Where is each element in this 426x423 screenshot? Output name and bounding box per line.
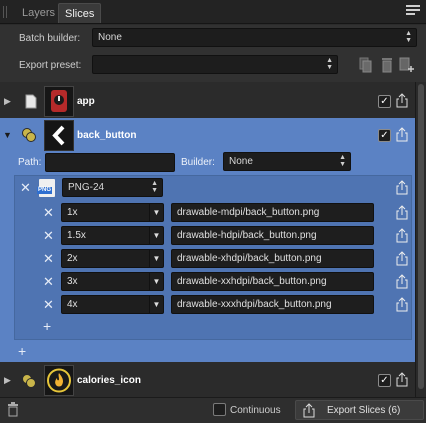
builder-label: Builder:: [181, 157, 215, 168]
path-label: Path:: [18, 157, 42, 168]
panel-tab-bar: Layers Slices: [0, 0, 426, 24]
export-format-panel: ✕ PNG PNG-24 ▲ ▼ ✕ 1x ▼ drawable-mdpi/back…: [14, 175, 412, 340]
export-icon[interactable]: [396, 274, 408, 289]
slice-enabled-checkbox[interactable]: ✓: [378, 129, 391, 142]
builder-select[interactable]: None ▲ ▼: [223, 152, 351, 171]
dropdown-arrow-icon[interactable]: ▼: [149, 204, 163, 221]
coins-icon: [22, 128, 36, 142]
export-row: ✕ 1x ▼ drawable-mdpi/back_button.png: [15, 202, 413, 225]
delete-preset-icon[interactable]: [380, 57, 394, 73]
slice-enabled-checkbox[interactable]: ✓: [378, 95, 391, 108]
slice-thumbnail: [44, 120, 74, 151]
export-preset-label: Export preset:: [19, 60, 82, 71]
export-icon[interactable]: [396, 372, 408, 387]
slice-thumbnail: [44, 86, 74, 117]
png-file-icon: PNG: [37, 179, 55, 197]
scale-value: 3x: [67, 276, 78, 287]
export-icon: [303, 403, 315, 418]
slice-thumbnail: [44, 365, 74, 396]
export-icon[interactable]: [396, 93, 408, 108]
slice-options: Batch builder: None ▲ ▼ Export preset: ▲ ▼: [0, 25, 426, 82]
export-icon[interactable]: [396, 228, 408, 243]
slice-row-calories-icon[interactable]: ▶ calories_icon ✓: [0, 364, 415, 397]
trash-icon[interactable]: [7, 402, 19, 417]
add-export-button[interactable]: +: [43, 319, 51, 333]
vertical-scrollbar[interactable]: [415, 82, 426, 397]
dropdown-arrow-icon[interactable]: ▼: [149, 250, 163, 267]
remove-export-button[interactable]: ✕: [43, 206, 54, 219]
export-row: ✕ 1.5x ▼ drawable-hdpi/back_button.png: [15, 225, 413, 248]
export-preset-select[interactable]: ▲ ▼: [92, 55, 338, 74]
dropdown-arrow-icon[interactable]: ▼: [149, 273, 163, 290]
export-icon[interactable]: [396, 297, 408, 312]
expand-triangle-icon[interactable]: ▶: [4, 375, 11, 386]
export-row: ✕ 3x ▼ drawable-xxhdpi/back_button.png: [15, 271, 413, 294]
batch-builder-select[interactable]: None ▲ ▼: [92, 28, 417, 47]
updown-arrow-icon: ▲ ▼: [326, 57, 333, 71]
scale-combo[interactable]: 1x ▼: [61, 203, 164, 222]
export-path-field[interactable]: drawable-xxhdpi/back_button.png: [171, 272, 374, 291]
slice-enabled-checkbox[interactable]: ✓: [378, 374, 391, 387]
remove-export-button[interactable]: ✕: [43, 252, 54, 265]
slice-name[interactable]: app: [77, 96, 95, 107]
export-slices-label: Export Slices (6): [327, 405, 401, 416]
slice-row-app[interactable]: ▶ app ✓: [0, 84, 415, 119]
export-path-field[interactable]: drawable-mdpi/back_button.png: [171, 203, 374, 222]
continuous-label: Continuous: [230, 405, 281, 416]
batch-builder-value: None: [98, 32, 122, 43]
format-select[interactable]: PNG-24 ▲ ▼: [62, 178, 163, 197]
tab-slices[interactable]: Slices: [58, 3, 102, 23]
export-icon[interactable]: [396, 205, 408, 220]
slice-name[interactable]: back_button: [77, 130, 136, 141]
add-preset-icon[interactable]: [399, 57, 415, 73]
coins-icon: [22, 374, 36, 388]
path-input[interactable]: [45, 153, 175, 172]
flame-icon: [47, 368, 71, 393]
remove-format-button[interactable]: ✕: [20, 181, 31, 194]
scrollbar-thumb[interactable]: [418, 84, 424, 389]
format-value: PNG-24: [68, 182, 105, 193]
app-icon: [51, 90, 67, 112]
updown-arrow-icon: ▲ ▼: [339, 154, 346, 168]
export-icon[interactable]: [396, 127, 408, 142]
scale-value: 1.5x: [67, 230, 86, 241]
scale-value: 1x: [67, 207, 78, 218]
export-path-field[interactable]: drawable-hdpi/back_button.png: [171, 226, 374, 245]
updown-arrow-icon: ▲ ▼: [151, 180, 158, 194]
collapse-triangle-icon[interactable]: ▼: [3, 130, 12, 140]
scale-combo[interactable]: 4x ▼: [61, 295, 164, 314]
drag-grip-icon[interactable]: [3, 6, 7, 18]
export-row: ✕ 4x ▼ drawable-xxxhdpi/back_button.png: [15, 294, 413, 317]
dropdown-arrow-icon[interactable]: ▼: [149, 227, 163, 244]
export-path-field[interactable]: drawable-xxxhdpi/back_button.png: [171, 295, 374, 314]
scale-combo[interactable]: 2x ▼: [61, 249, 164, 268]
tab-layers[interactable]: Layers: [16, 3, 61, 23]
expand-triangle-icon[interactable]: ▶: [4, 96, 11, 107]
slice-name[interactable]: calories_icon: [77, 375, 141, 386]
chevron-left-icon: [52, 125, 65, 146]
png-file-label: PNG: [37, 187, 53, 194]
remove-export-button[interactable]: ✕: [43, 229, 54, 242]
continuous-checkbox[interactable]: [213, 403, 226, 416]
builder-value: None: [229, 156, 253, 167]
scale-combo[interactable]: 1.5x ▼: [61, 226, 164, 245]
updown-arrow-icon: ▲ ▼: [405, 30, 412, 44]
scale-value: 2x: [67, 253, 78, 264]
batch-builder-label: Batch builder:: [19, 33, 81, 44]
remove-export-button[interactable]: ✕: [43, 298, 54, 311]
export-icon[interactable]: [396, 180, 408, 195]
copy-preset-icon[interactable]: [359, 57, 373, 73]
add-format-button[interactable]: +: [18, 344, 26, 358]
document-icon: [25, 94, 37, 109]
bottom-bar: Continuous Export Slices (6): [0, 397, 426, 423]
scale-combo[interactable]: 3x ▼: [61, 272, 164, 291]
panel-menu-icon[interactable]: [406, 5, 420, 17]
dropdown-arrow-icon[interactable]: ▼: [149, 296, 163, 313]
remove-export-button[interactable]: ✕: [43, 275, 54, 288]
export-slices-button[interactable]: Export Slices (6): [295, 400, 424, 420]
export-path-field[interactable]: drawable-xhdpi/back_button.png: [171, 249, 374, 268]
export-icon[interactable]: [396, 251, 408, 266]
scale-value: 4x: [67, 299, 78, 310]
export-row: ✕ 2x ▼ drawable-xhdpi/back_button.png: [15, 248, 413, 271]
